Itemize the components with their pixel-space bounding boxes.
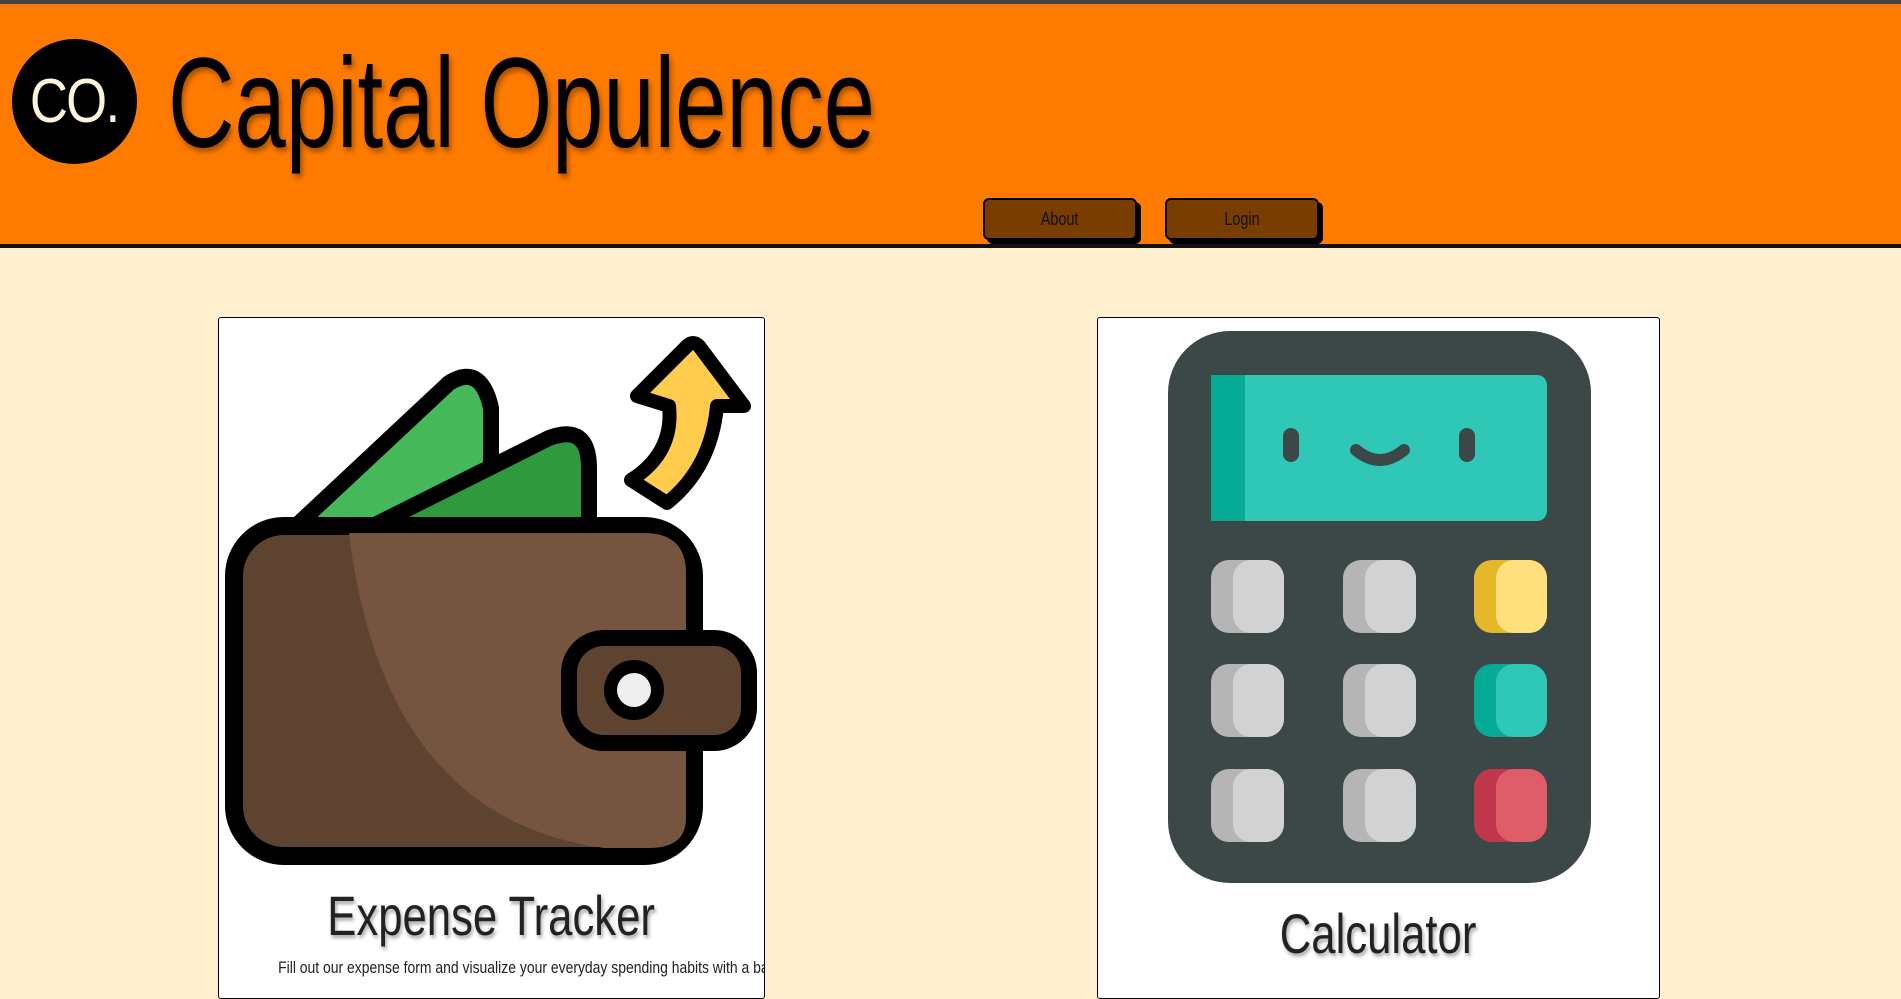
- login-button[interactable]: Login: [1165, 198, 1319, 240]
- logo-text: CO.: [30, 67, 120, 136]
- calculator-icon: [1168, 331, 1591, 883]
- card-description: Fill out our expense form and visualize …: [278, 958, 765, 977]
- site-title: Capital Opulence: [168, 32, 875, 175]
- site-logo[interactable]: CO.: [12, 39, 137, 164]
- login-button-label: Login: [1224, 208, 1260, 229]
- about-button[interactable]: About: [983, 198, 1137, 240]
- site-header: CO. Capital Opulence About Login: [0, 4, 1901, 248]
- calculator-card[interactable]: Calculator: [1097, 317, 1660, 999]
- wallet-icon: [225, 336, 757, 865]
- card-title: Expense Tracker: [327, 884, 656, 947]
- expense-tracker-card[interactable]: Expense Tracker Fill out our expense for…: [218, 317, 765, 999]
- card-title: Calculator: [1280, 902, 1477, 965]
- card-description: [1098, 973, 1659, 993]
- about-button-label: About: [1041, 208, 1079, 229]
